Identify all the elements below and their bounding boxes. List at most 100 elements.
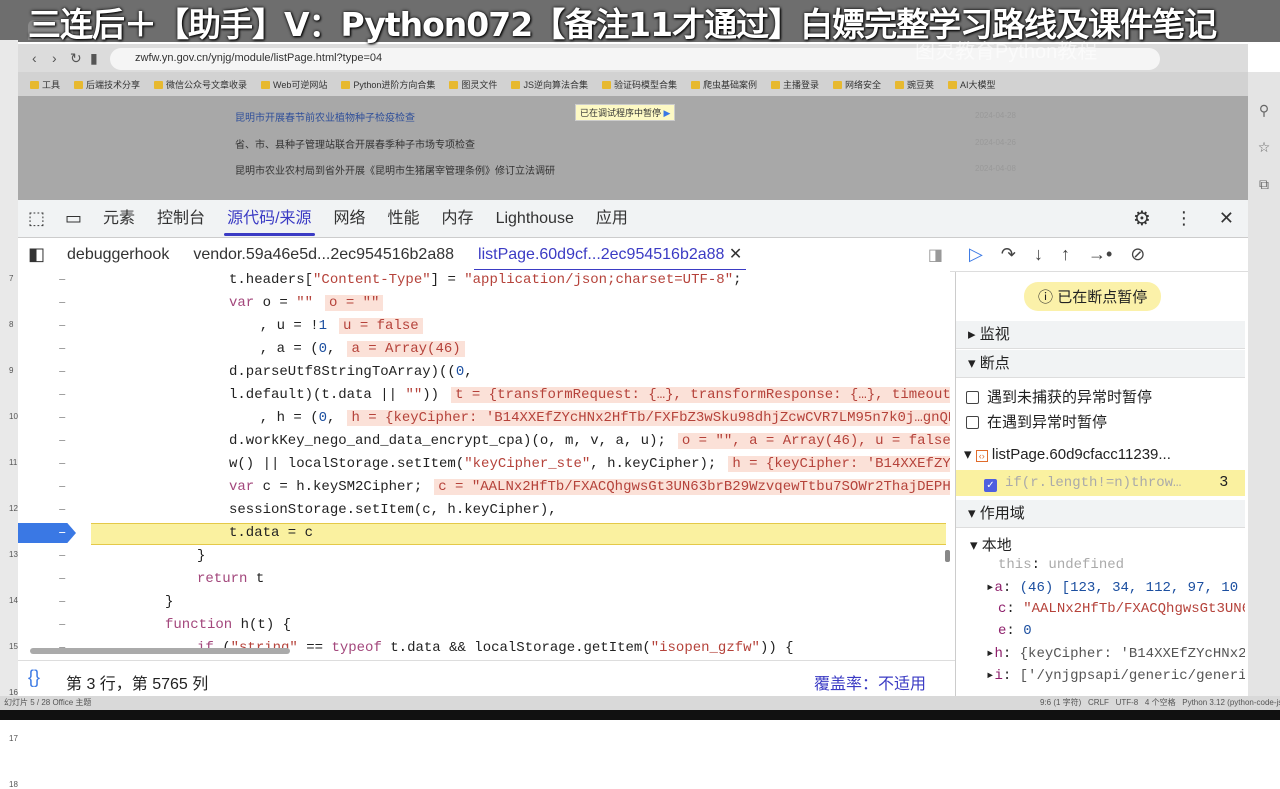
reload-icon[interactable]: ↻ (70, 50, 82, 67)
code-token: t (247, 571, 265, 587)
inline-value: o = "", a = Array(46), u = false (677, 433, 950, 449)
line-dash[interactable]: – (58, 385, 68, 405)
breakpoint-item[interactable]: ✓ if(r.length!=n)throw… 3 (956, 470, 1245, 496)
line-dash[interactable]: – (58, 362, 68, 382)
resume-icon[interactable]: ▶ (664, 108, 671, 118)
tab-6[interactable]: Lighthouse (485, 200, 585, 238)
pin-icon[interactable]: ⚲ (1248, 102, 1280, 119)
line-dash[interactable]: – (58, 523, 68, 543)
line-dash[interactable]: – (58, 339, 68, 359)
device-toolbar-icon[interactable]: ▭ (55, 208, 92, 229)
line-dash[interactable]: – (58, 500, 68, 520)
bookmark-item[interactable]: JS逆向算法合集 (511, 78, 588, 91)
bookmark-item[interactable]: 爬虫基础案例 (691, 78, 757, 91)
code-editor[interactable]: – t.headers["Content-Type"] = "applicatio… (18, 270, 950, 660)
close-tab-icon[interactable]: ✕ (729, 246, 742, 263)
file-tab-debuggerhook[interactable]: debuggerhook (55, 238, 181, 272)
scope-variable[interactable]: ▸i: ['/ynjgpsapi/generic/generi (986, 667, 1245, 684)
news-link[interactable]: 昆明市农业农村局到省外开展《昆明市生猪屠宰管理条例》修订立法调研 (235, 162, 555, 177)
more-options-icon[interactable]: ⋮ (1163, 208, 1205, 229)
outer-line-number: 17 (9, 734, 18, 743)
news-link[interactable]: 省、市、县种子管理站联合开展春季种子市场专项检查 (235, 136, 475, 151)
tab-7[interactable]: 应用 (585, 200, 639, 238)
step-over-icon[interactable]: ↷ (1001, 244, 1016, 265)
bookmark-item[interactable]: 后端技术分享 (74, 78, 140, 91)
code-token: t.data = c (229, 525, 314, 541)
toggle-debugger-sidebar-icon[interactable]: ◨ (916, 245, 955, 265)
code-token: 0 (318, 341, 328, 357)
step-into-icon[interactable]: ↓ (1034, 244, 1043, 265)
bookmark-item[interactable]: 图灵文件 (449, 78, 497, 91)
bookmark-item[interactable]: 豌豆荚 (895, 78, 934, 91)
tab-2[interactable]: 源代码/来源 (216, 200, 322, 238)
section-scope[interactable]: ▾ 作用域 (956, 500, 1245, 528)
bookmark-item[interactable]: Python进阶方向合集 (341, 78, 435, 91)
tab-5[interactable]: 内存 (431, 200, 485, 238)
scope-variable[interactable]: this: undefined (998, 557, 1124, 573)
bookmark-item[interactable]: AI大模型 (948, 78, 996, 91)
line-dash[interactable]: – (58, 293, 68, 313)
outer-line-number: 12 (9, 504, 18, 513)
tab-0[interactable]: 元素 (92, 200, 146, 238)
tab-1[interactable]: 控制台 (146, 200, 216, 238)
code-token: , u = ! (243, 318, 319, 334)
breakpoint-file[interactable]: ▾ ‹› listPage.60d9cfacc11239... (964, 445, 1171, 463)
line-dash[interactable]: – (58, 408, 68, 428)
line-dash[interactable]: – (58, 569, 68, 589)
coverage-status[interactable]: 覆盖率：不适用 (814, 670, 926, 694)
scope-variable[interactable]: ▸h: {keyCipher: 'B14XXEfZYcHNx2 (986, 645, 1245, 662)
outer-line-number: 15 (9, 642, 18, 651)
file-tab-vendor[interactable]: vendor.59a46e5d...2ec954516b2a88 (181, 238, 466, 272)
resume-icon[interactable]: ▷ (969, 244, 983, 265)
forward-icon[interactable]: › (52, 50, 57, 66)
code-text: d.workKey_nego_and_data_encrypt_cpa)(o, … (229, 431, 950, 451)
checkbox[interactable] (966, 416, 979, 429)
file-tab-listpage[interactable]: listPage.60d9cf...2ec954516b2a88 ✕ (466, 238, 754, 272)
pause-uncaught-checkbox[interactable]: 遇到未捕获的异常时暂停 (966, 386, 1152, 407)
line-dash[interactable]: – (58, 431, 68, 451)
bookmark-icon[interactable]: ▮ (90, 50, 98, 67)
bookmark-item[interactable]: 验证码模型合集 (602, 78, 677, 91)
section-breakpoints[interactable]: ▾ 断点 (956, 350, 1245, 378)
back-icon[interactable]: ‹ (32, 50, 37, 66)
checkbox-label: 在遇到异常时暂停 (987, 414, 1108, 431)
code-text: return t (197, 569, 264, 589)
vertical-scrollbar[interactable] (945, 550, 950, 562)
scope-local[interactable]: ▾ 本地 (970, 534, 1012, 555)
code-token: == (297, 640, 332, 656)
horizontal-scrollbar[interactable] (30, 648, 290, 654)
bookmark-item[interactable]: 微信公众号文章收录 (154, 78, 247, 91)
deactivate-breakpoints-icon[interactable]: ⊘ (1130, 244, 1145, 265)
line-dash[interactable]: – (58, 270, 68, 290)
pause-caught-checkbox[interactable]: 在遇到异常时暂停 (966, 411, 1107, 432)
bookmark-item[interactable]: 工具 (30, 78, 60, 91)
line-dash[interactable]: – (58, 592, 68, 612)
line-dash[interactable]: – (58, 316, 68, 336)
scope-variable[interactable]: ▸a: (46) [123, 34, 112, 97, 10 (986, 579, 1238, 596)
line-dash[interactable]: – (58, 454, 68, 474)
news-link[interactable]: 昆明市开展春节前农业植物种子检疫检查 (235, 109, 415, 124)
bookmark-item[interactable]: 网络安全 (833, 78, 881, 91)
scope-variable[interactable]: c: "AALNx2HfTb/FXACQhgwsGt3UN6 (998, 601, 1245, 617)
tab-3[interactable]: 网络 (323, 200, 377, 238)
toggle-navigator-icon[interactable]: ◧ (18, 244, 55, 265)
step-icon[interactable]: →• (1088, 244, 1112, 265)
pretty-print-icon[interactable]: {} (28, 667, 40, 688)
line-dash[interactable]: – (58, 546, 68, 566)
code-line: – d.parseUtf8StringToArray)((0, (18, 362, 950, 385)
line-dash[interactable]: – (58, 615, 68, 635)
bookmark-item[interactable]: 主播登录 (771, 78, 819, 91)
bookmark-item[interactable]: Web可逆网站 (261, 78, 327, 91)
line-dash[interactable]: – (58, 477, 68, 497)
star-icon[interactable]: ☆ (1248, 139, 1280, 156)
step-out-icon[interactable]: ↑ (1061, 244, 1070, 265)
checkbox[interactable] (966, 391, 979, 404)
close-devtools-icon[interactable]: ✕ (1205, 208, 1248, 229)
breakpoint-checkbox[interactable]: ✓ (984, 479, 997, 492)
section-watch[interactable]: ▸ 监视 (956, 321, 1245, 349)
scope-variable[interactable]: e: 0 (998, 623, 1032, 639)
settings-gear-icon[interactable]: ⚙ (1121, 206, 1163, 231)
tab-4[interactable]: 性能 (377, 200, 431, 238)
copy-icon[interactable]: ⧉ (1248, 176, 1280, 193)
inspect-icon[interactable]: ⬚ (18, 208, 55, 229)
